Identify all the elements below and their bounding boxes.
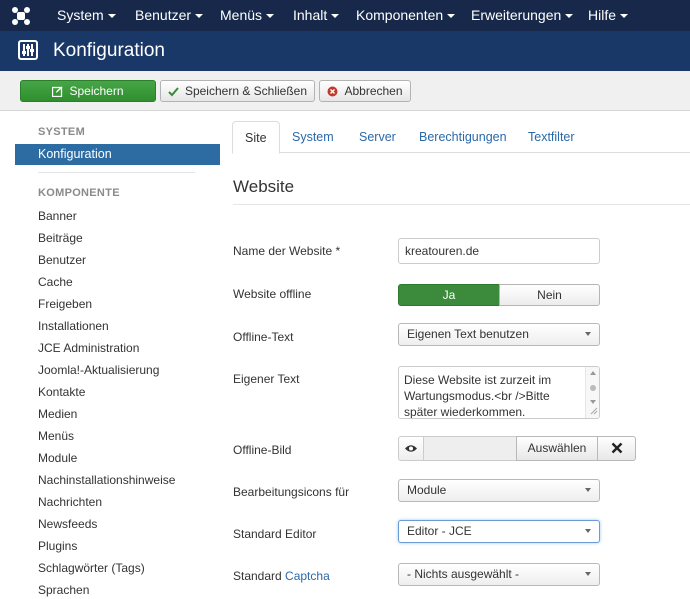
custom-text-textarea[interactable]: Diese Website ist zurzeit im Wartungsmod…: [398, 366, 600, 419]
top-navbar: System Benutzer Menüs Inhalt Komponenten…: [0, 0, 690, 31]
edit-icon: [52, 86, 63, 98]
sidebar-item-contacts[interactable]: Kontakte: [38, 385, 85, 399]
nav-menu-users[interactable]: Benutzer: [135, 7, 204, 24]
caret-down-icon: [107, 14, 116, 19]
offline-text-label: Offline-Text: [233, 330, 294, 344]
sidebar-item-banner[interactable]: Banner: [38, 209, 77, 223]
site-name-label: Name der Website *: [233, 244, 341, 258]
chevron-down-icon: [585, 332, 591, 336]
tab-system[interactable]: System: [292, 121, 334, 153]
offline-image-path[interactable]: [423, 436, 517, 461]
sidebar-item-plugins[interactable]: Plugins: [38, 539, 77, 553]
sidebar-item-messages[interactable]: Nachrichten: [38, 495, 102, 509]
caret-down-icon: [447, 14, 456, 19]
editor-label: Standard Editor: [233, 527, 317, 541]
section-title: Website: [233, 177, 295, 196]
captcha-label: Standard Captcha: [233, 569, 330, 583]
toolbar: Speichern Speichern & Schließen Abbreche…: [0, 71, 690, 111]
scroll-arrows-icon: [590, 371, 598, 415]
page-header: Konfiguration: [0, 31, 690, 71]
caret-down-icon: [620, 14, 629, 19]
sidebar-item-tags[interactable]: Schlagwörter (Tags): [38, 561, 145, 575]
nav-menu-components[interactable]: Komponenten: [356, 7, 456, 24]
checkmark-icon: [168, 87, 179, 97]
nav-menu-menus[interactable]: Menüs: [220, 7, 275, 24]
sidebar-item-checkin[interactable]: Freigeben: [38, 297, 92, 311]
section-divider: [233, 204, 690, 205]
nav-menu-system[interactable]: System: [57, 7, 116, 24]
offline-label: Website offline: [233, 287, 312, 301]
caret-down-icon: [195, 14, 204, 19]
nav-menu-help[interactable]: Hilfe: [588, 7, 629, 24]
settings-tabs: Site System Server Berechtigungen Textfi…: [232, 121, 690, 154]
offline-no-button[interactable]: Nein: [499, 284, 600, 306]
sidebar-item-configuration[interactable]: Konfiguration: [15, 144, 220, 165]
custom-text-label: Eigener Text: [233, 372, 300, 386]
offline-yes-button[interactable]: Ja: [398, 284, 500, 306]
cancel-icon: [327, 86, 338, 97]
captcha-help-link[interactable]: Captcha: [285, 569, 330, 583]
offline-text-select[interactable]: Eigenen Text benutzen: [398, 323, 600, 346]
sidebar-item-cache[interactable]: Cache: [38, 275, 73, 289]
tab-server[interactable]: Server: [359, 121, 396, 153]
sidebar-item-postinstall[interactable]: Nachinstallationshinweise: [38, 473, 175, 487]
offline-toggle: Ja Nein: [398, 284, 600, 306]
save-close-button[interactable]: Speichern & Schließen: [160, 80, 315, 102]
caret-down-icon: [331, 14, 340, 19]
sidebar-heading-system: SYSTEM: [38, 126, 86, 138]
nav-menu-extensions[interactable]: Erweiterungen: [471, 7, 574, 24]
clear-image-button[interactable]: [597, 436, 636, 461]
sidebar-item-newsfeeds[interactable]: Newsfeeds: [38, 517, 97, 531]
sidebar-item-users[interactable]: Benutzer: [38, 253, 86, 267]
sliders-icon: [18, 40, 38, 60]
caret-down-icon: [565, 14, 574, 19]
sidebar-item-jce[interactable]: JCE Administration: [38, 341, 139, 355]
joomla-logo-icon[interactable]: [10, 5, 32, 27]
chevron-down-icon: [585, 572, 591, 576]
nav-menu-content[interactable]: Inhalt: [293, 7, 340, 24]
sidebar-item-articles[interactable]: Beiträge: [38, 231, 83, 245]
tab-site[interactable]: Site: [232, 121, 280, 154]
cancel-button[interactable]: Abbrechen: [319, 80, 411, 102]
sidebar-item-modules[interactable]: Module: [38, 451, 77, 465]
caret-down-icon: [266, 14, 275, 19]
sidebar-item-installations[interactable]: Installationen: [38, 319, 109, 333]
sidebar-item-languages[interactable]: Sprachen: [38, 583, 89, 597]
captcha-select[interactable]: - Nichts ausgewählt -: [398, 563, 600, 586]
preview-button[interactable]: [398, 436, 424, 461]
select-image-button[interactable]: Auswählen: [516, 436, 598, 461]
site-name-input[interactable]: kreatouren.de: [398, 238, 600, 264]
chevron-down-icon: [585, 529, 591, 533]
edit-icons-label: Bearbeitungsicons für: [233, 485, 350, 499]
sidebar-item-joomla-update[interactable]: Joomla!-Aktualisierung: [38, 363, 159, 377]
tab-permissions[interactable]: Berechtigungen: [419, 121, 507, 153]
offline-image-field: Auswählen: [398, 436, 638, 461]
sidebar-heading-component: KOMPONENTE: [38, 187, 120, 199]
close-icon: [611, 442, 622, 454]
sidebar-divider: [38, 172, 195, 173]
eye-icon: [405, 445, 417, 452]
editor-select[interactable]: Editor - JCE: [398, 520, 600, 543]
edit-icons-select[interactable]: Module: [398, 479, 600, 502]
offline-image-label: Offline-Bild: [233, 443, 292, 457]
save-button[interactable]: Speichern: [20, 80, 156, 102]
page-title: Konfiguration: [53, 40, 165, 61]
textarea-scrollbar[interactable]: [585, 367, 599, 418]
chevron-down-icon: [585, 488, 591, 492]
sidebar-item-media[interactable]: Medien: [38, 407, 77, 421]
sidebar-item-menus[interactable]: Menüs: [38, 429, 74, 443]
tab-text-filters[interactable]: Textfilter: [528, 121, 575, 153]
